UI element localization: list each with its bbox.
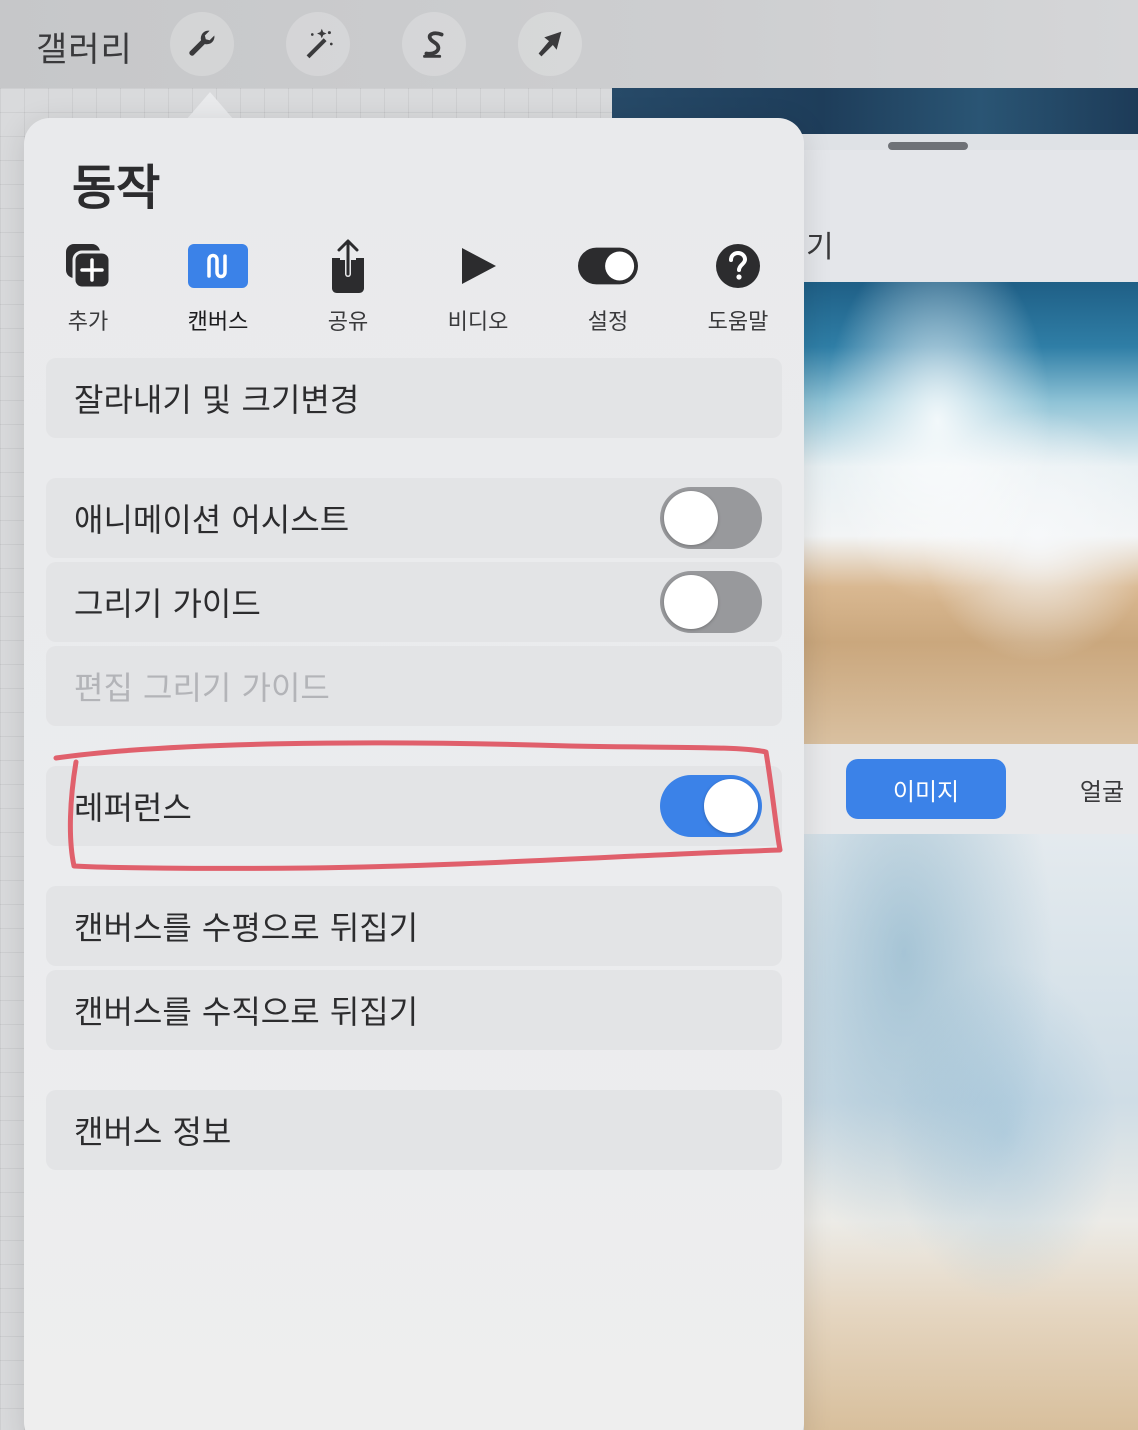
popover-title: 동작 bbox=[72, 160, 161, 216]
tab-label: 설정 bbox=[587, 310, 629, 335]
tab-add[interactable]: 추가 bbox=[28, 236, 148, 336]
tab-canvas[interactable]: 캔버스 bbox=[158, 236, 278, 336]
wrench-icon bbox=[189, 30, 215, 56]
reference-panel-title: 기 bbox=[806, 230, 834, 265]
tab-label: 도움말 bbox=[707, 310, 769, 335]
tab-help[interactable]: 도움말 bbox=[678, 236, 798, 336]
toggle-knob bbox=[704, 779, 758, 833]
gallery-button[interactable]: 갤러리 bbox=[36, 22, 133, 71]
menu-item-label: 캔버스 정보 bbox=[74, 1113, 232, 1151]
menu-item-label: 편집 그리기 가이드 bbox=[74, 669, 330, 707]
menu-item-label: 애니메이션 어시스트 bbox=[74, 501, 350, 539]
animation-assist-toggle[interactable] bbox=[660, 487, 762, 549]
toggle-knob bbox=[664, 491, 718, 545]
tab-label: 추가 bbox=[67, 310, 109, 335]
toggle-icon bbox=[578, 236, 638, 296]
actions-wrench-button[interactable] bbox=[170, 12, 234, 76]
tab-label: 공유 bbox=[327, 310, 369, 335]
tab-video[interactable]: 비디오 bbox=[418, 236, 538, 336]
reference-toggle[interactable] bbox=[660, 775, 762, 837]
menu-item-label: 레퍼런스 bbox=[74, 789, 192, 827]
transform-button[interactable] bbox=[518, 12, 582, 76]
play-icon bbox=[448, 236, 508, 296]
drawing-guide-toggle[interactable] bbox=[660, 571, 762, 633]
reference-panel-drag-handle[interactable] bbox=[888, 142, 968, 150]
menu-item-flip-horizontal[interactable]: 캔버스를 수평으로 뒤집기 bbox=[46, 886, 782, 966]
canvas-icon bbox=[188, 236, 248, 296]
menu-item-drawing-guide[interactable]: 그리기 가이드 bbox=[46, 562, 782, 642]
popover-arrow bbox=[186, 92, 234, 120]
add-layer-icon bbox=[58, 236, 118, 296]
menu-item-label: 잘라내기 및 크기변경 bbox=[74, 381, 360, 419]
top-toolbar: 갤러리 bbox=[0, 0, 1138, 88]
reference-tab-face[interactable]: 얼굴 bbox=[1066, 759, 1138, 819]
toggle-knob bbox=[664, 575, 718, 629]
reference-panel-header bbox=[780, 150, 1138, 282]
menu-item-reference[interactable]: 레퍼런스 bbox=[46, 766, 782, 846]
magic-wand-icon bbox=[306, 28, 333, 59]
arrow-icon bbox=[538, 31, 562, 57]
selection-button[interactable] bbox=[402, 12, 466, 76]
menu-item-animation-assist[interactable]: 애니메이션 어시스트 bbox=[46, 478, 782, 558]
adjustments-button[interactable] bbox=[286, 12, 350, 76]
menu-item-flip-vertical[interactable]: 캔버스를 수직으로 뒤집기 bbox=[46, 970, 782, 1050]
reference-canvas-preview bbox=[804, 282, 1138, 744]
help-icon bbox=[708, 236, 768, 296]
share-icon bbox=[318, 236, 378, 296]
tab-share[interactable]: 공유 bbox=[288, 236, 408, 336]
menu-item-canvas-info[interactable]: 캔버스 정보 bbox=[46, 1090, 782, 1170]
menu-item-label: 그리기 가이드 bbox=[74, 585, 261, 623]
menu-item-label: 캔버스를 수평으로 뒤집기 bbox=[74, 909, 419, 947]
menu-item-label: 캔버스를 수직으로 뒤집기 bbox=[74, 993, 419, 1031]
tab-settings[interactable]: 설정 bbox=[548, 236, 668, 336]
menu-item-edit-drawing-guide: 편집 그리기 가이드 bbox=[46, 646, 782, 726]
reference-image bbox=[804, 834, 1138, 1430]
tab-label: 비디오 bbox=[447, 310, 509, 335]
menu-item-crop-resize[interactable]: 잘라내기 및 크기변경 bbox=[46, 358, 782, 438]
reference-tab-image[interactable]: 이미지 bbox=[846, 759, 1006, 819]
tab-label: 캔버스 bbox=[187, 310, 249, 335]
s-curve-icon bbox=[423, 31, 444, 58]
